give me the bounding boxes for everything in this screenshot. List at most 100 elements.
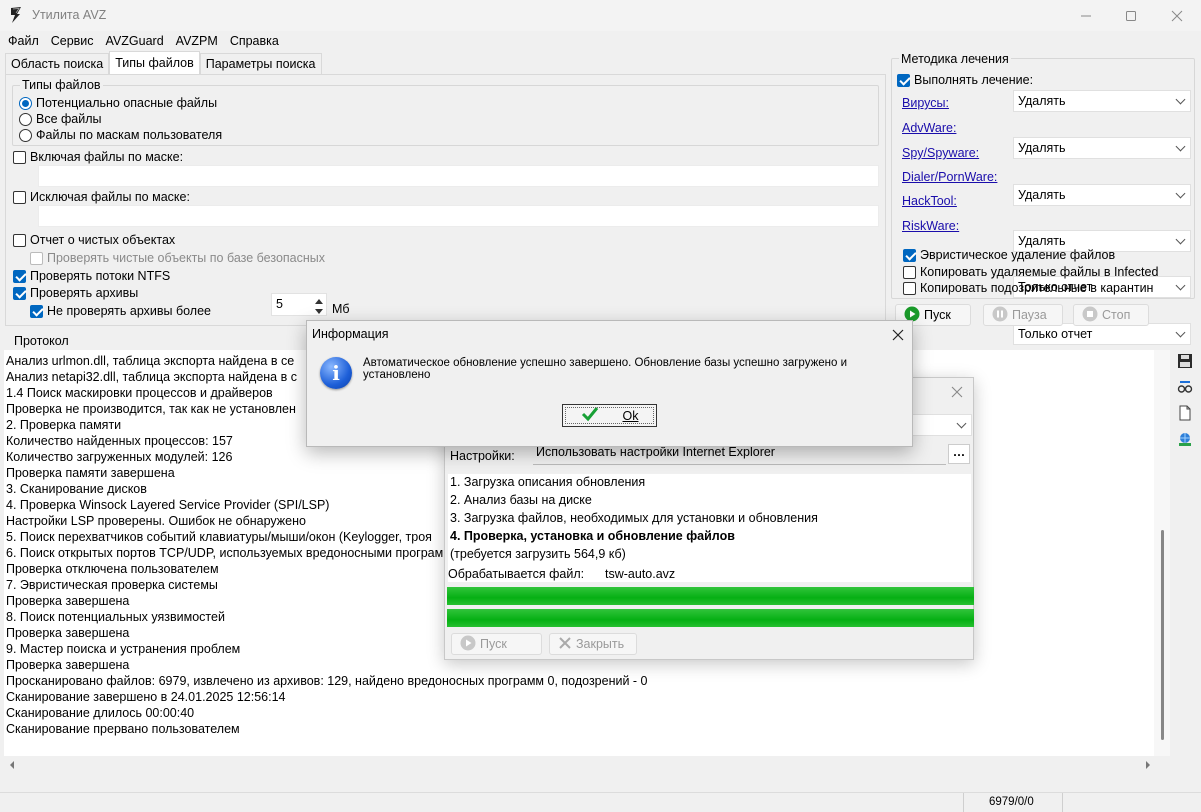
settings-label: Настройки:: [450, 449, 515, 463]
update-close-label: Закрыть: [576, 637, 625, 651]
minimize-icon[interactable]: [1063, 0, 1109, 31]
log-vertical-scrollbar[interactable]: [1154, 350, 1170, 756]
treatment-label[interactable]: AdvWare:: [902, 121, 956, 135]
check-clean-label: Проверять чистые объекты по базе безопас…: [47, 251, 326, 265]
copy-suspicious-row[interactable]: Копировать подозрительные в карантин: [903, 281, 1153, 295]
ntfs-checkbox[interactable]: [13, 269, 26, 283]
skip-archives-label: Не проверять архивы более: [47, 304, 211, 318]
archive-size-stepper[interactable]: 5: [271, 293, 327, 316]
treatment-label[interactable]: Dialer/PornWare:: [902, 170, 997, 184]
check-clean-row[interactable]: Проверять чистые объекты по базе безопас…: [30, 251, 325, 265]
pause-icon: [992, 306, 1008, 325]
update-dialog-close-icon[interactable]: [951, 386, 963, 401]
include-mask-input[interactable]: [38, 165, 879, 187]
radio-masks-label: Файлы по маскам пользователя: [36, 128, 223, 142]
treatment-select[interactable]: Удалять: [1013, 90, 1191, 112]
copy-suspicious-checkbox[interactable]: [903, 281, 916, 295]
stop-button-label: Стоп: [1102, 308, 1131, 322]
radio-row-all[interactable]: Все файлы: [19, 112, 102, 126]
ok-button[interactable]: Ok: [562, 404, 657, 427]
perform-treatment-checkbox[interactable]: [897, 73, 910, 87]
radio-all[interactable]: [19, 112, 32, 126]
update-required-size: (требуется загрузить 564,9 кб): [450, 547, 626, 561]
skip-archives-checkbox[interactable]: [30, 304, 43, 318]
tab-file-types[interactable]: Типы файлов: [109, 51, 200, 74]
title-bar: [0, 0, 1201, 31]
update-close-button[interactable]: Закрыть: [549, 633, 637, 655]
exclude-mask-row[interactable]: Исключая файлы по маске:: [13, 190, 190, 204]
copy-deleted-checkbox[interactable]: [903, 265, 916, 279]
update-progress-bar-top: [447, 587, 974, 605]
treatment-label[interactable]: RiskWare:: [902, 219, 959, 233]
menu-service[interactable]: Сервис: [45, 34, 100, 48]
scroll-left-icon[interactable]: [8, 759, 16, 773]
clean-report-label: Отчет о чистых объектах: [30, 233, 176, 247]
menu-avzguard[interactable]: AVZGuard: [100, 34, 170, 48]
treatment-select[interactable]: Только отчет: [1013, 323, 1191, 345]
radio-row-masks[interactable]: Файлы по маскам пользователя: [19, 128, 222, 142]
protocol-label: Протокол: [14, 334, 69, 348]
radio-dangerous[interactable]: [19, 96, 32, 110]
heuristic-checkbox[interactable]: [903, 248, 916, 262]
processing-file: tsw-auto.avz: [605, 567, 676, 581]
network-icon[interactable]: [1176, 431, 1194, 449]
document-icon[interactable]: [1176, 404, 1194, 422]
stepper-down-icon[interactable]: [313, 305, 325, 319]
avz-app-icon: [8, 6, 24, 24]
exclude-mask-input[interactable]: [38, 205, 879, 227]
archive-size-unit: Мб: [332, 302, 350, 316]
include-mask-checkbox[interactable]: [13, 150, 26, 164]
status-bar: 6979/0/0: [0, 792, 1201, 812]
treatment-label[interactable]: Вирусы:: [902, 96, 949, 110]
log-line: Сканирование длилось 00:00:40: [6, 706, 195, 720]
menu-help[interactable]: Справка: [224, 34, 285, 48]
tab-search-params[interactable]: Параметры поиска: [199, 53, 322, 74]
save-icon[interactable]: [1176, 352, 1194, 370]
scroll-right-icon[interactable]: [1144, 759, 1152, 773]
exclude-mask-checkbox[interactable]: [13, 190, 26, 204]
update-step-4: 4. Проверка, установка и обновление файл…: [450, 529, 735, 543]
processing-label: Обрабатывается файл:: [448, 567, 585, 581]
chevron-down-icon: [1175, 141, 1186, 152]
info-dialog-close-icon[interactable]: [892, 329, 904, 344]
check-clean-checkbox[interactable]: [30, 251, 43, 265]
stop-icon: [1082, 306, 1098, 325]
archives-checkbox[interactable]: [13, 286, 26, 300]
heuristic-row[interactable]: Эвристическое удаление файлов: [903, 248, 1115, 262]
menu-file[interactable]: Файл: [2, 34, 45, 48]
close-icon[interactable]: [1154, 0, 1200, 31]
maximize-icon[interactable]: [1108, 0, 1154, 31]
include-mask-row[interactable]: Включая файлы по маске:: [13, 150, 183, 164]
clean-report-checkbox[interactable]: [13, 233, 26, 247]
glasses-icon[interactable]: [1176, 378, 1194, 396]
treatment-select[interactable]: Удалять: [1013, 137, 1191, 159]
tab-search-area[interactable]: Область поиска: [5, 53, 110, 74]
log-line: Сканирование прервано пользователем: [6, 722, 240, 736]
treatment-label[interactable]: Spy/Spyware:: [902, 146, 979, 160]
stop-button[interactable]: Стоп: [1073, 304, 1149, 326]
update-start-button[interactable]: Пуск: [451, 633, 542, 655]
start-button-label: Пуск: [924, 308, 951, 322]
skip-archives-row[interactable]: Не проверять архивы более: [30, 304, 211, 318]
treatment-label[interactable]: HackTool:: [902, 194, 957, 208]
log-horizontal-scrollbar[interactable]: [4, 756, 1170, 772]
chevron-down-icon: [1175, 327, 1186, 338]
pause-button[interactable]: Пауза: [983, 304, 1063, 326]
copy-deleted-label: Копировать удаляемые файлы в Infected: [920, 265, 1159, 279]
archives-row[interactable]: Проверять архивы: [13, 286, 138, 300]
status-divider: [1062, 793, 1063, 812]
copy-deleted-row[interactable]: Копировать удаляемые файлы в Infected: [903, 265, 1158, 279]
menu-avzpm[interactable]: AVZPM: [170, 34, 224, 48]
perform-treatment-row[interactable]: Выполнять лечение:: [897, 73, 1033, 87]
treatment-select-value: Удалять: [1018, 141, 1066, 155]
settings-browse-button[interactable]: …: [948, 444, 970, 464]
treatment-select[interactable]: Удалять: [1013, 184, 1191, 206]
status-divider: [963, 793, 964, 812]
update-step-1: 1. Загрузка описания обновления: [450, 475, 646, 489]
clean-report-row[interactable]: Отчет о чистых объектах: [13, 233, 175, 247]
ntfs-row[interactable]: Проверять потоки NTFS: [13, 269, 170, 283]
radio-masks[interactable]: [19, 128, 32, 142]
chevron-down-icon: [956, 418, 967, 429]
chevron-down-icon: [1175, 280, 1186, 291]
radio-row-dangerous[interactable]: Потенциально опасные файлы: [19, 96, 217, 110]
